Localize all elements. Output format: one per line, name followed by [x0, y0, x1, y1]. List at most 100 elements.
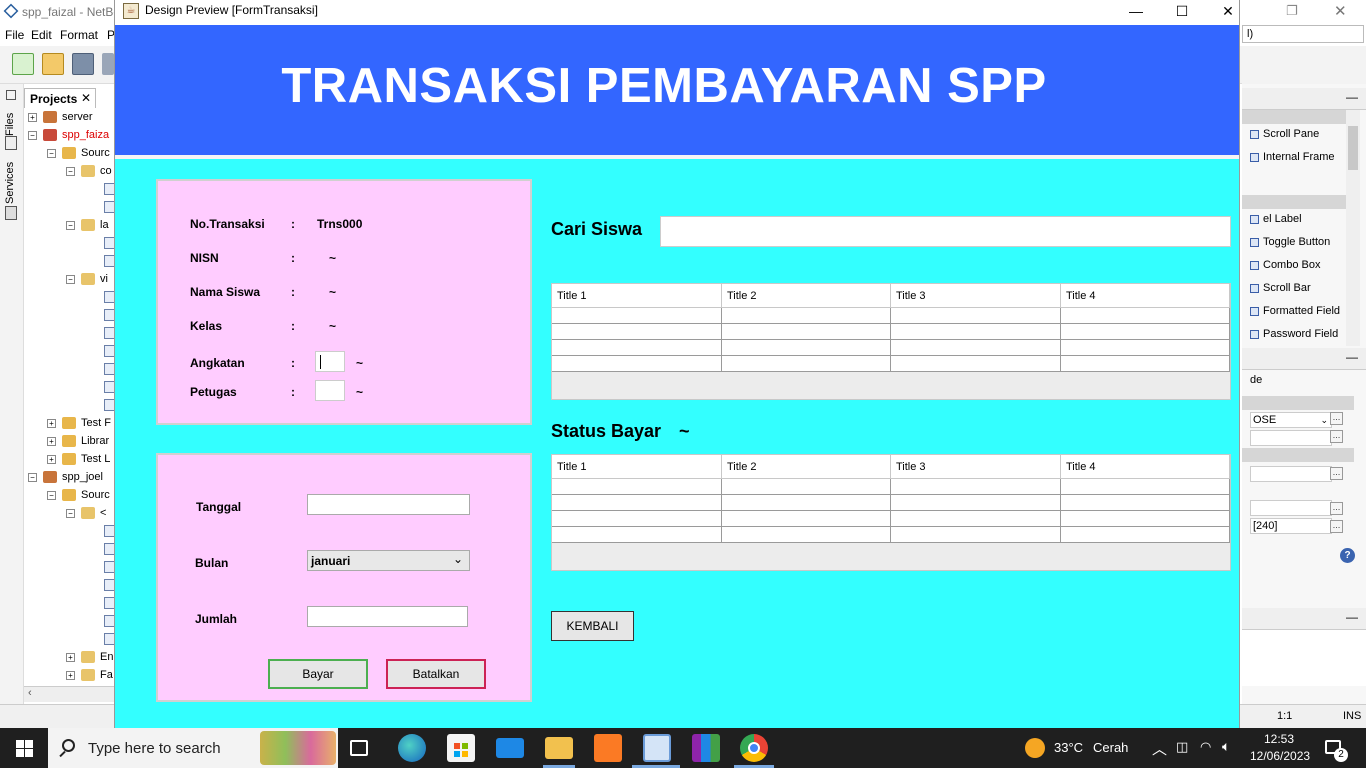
palette-formatted-field[interactable]: Formatted Field — [1250, 305, 1340, 317]
table-cell[interactable] — [722, 340, 891, 356]
palette-scrollbar[interactable] — [1346, 110, 1360, 346]
table-row[interactable] — [552, 324, 1230, 340]
table-cell[interactable] — [552, 340, 722, 356]
palette-toggle-button[interactable]: Toggle Button — [1250, 236, 1330, 248]
table-cell[interactable] — [722, 324, 891, 340]
tree-item[interactable]: − spp_joel — [28, 468, 103, 486]
tab-projects[interactable]: Projects ✕ — [24, 88, 96, 108]
tree-expander-icon[interactable]: − — [47, 490, 56, 500]
table-cell[interactable] — [552, 324, 722, 340]
table-cell[interactable] — [722, 356, 891, 372]
table-row[interactable] — [552, 479, 1230, 495]
column-header[interactable]: Title 3 — [891, 284, 1061, 308]
edge-icon[interactable] — [398, 734, 426, 762]
property-field[interactable] — [1250, 466, 1332, 482]
chevron-up-icon[interactable]: ︿ — [1152, 738, 1167, 759]
table-cell[interactable] — [1061, 479, 1230, 495]
new-file-icon[interactable] — [12, 53, 34, 75]
palette-password-field[interactable]: Password Field — [1250, 328, 1338, 340]
column-header[interactable]: Title 1 — [552, 455, 722, 479]
clock-time[interactable]: 12:53 — [1264, 732, 1294, 746]
chrome-icon[interactable] — [740, 734, 768, 762]
tree-item[interactable]: − co — [66, 162, 112, 180]
table-cell[interactable] — [722, 479, 891, 495]
mail-icon[interactable] — [496, 738, 524, 758]
petugas-input[interactable] — [315, 380, 345, 401]
payment-status-table[interactable]: Title 1 Title 2 Title 3 Title 4 — [551, 454, 1231, 571]
maximize-button[interactable]: ☐ — [1159, 0, 1205, 25]
meet-icon[interactable]: ◫ — [1176, 739, 1188, 755]
table-cell[interactable] — [1061, 527, 1230, 543]
table-cell[interactable] — [891, 527, 1061, 543]
table-cell[interactable] — [891, 511, 1061, 527]
tree-item[interactable]: + Test F — [47, 414, 111, 432]
menu-format[interactable]: Format — [60, 28, 98, 42]
minimize-icon[interactable]: — — [1346, 90, 1358, 104]
window-restore-icon[interactable] — [6, 90, 16, 100]
tree-expander-icon[interactable]: + — [66, 670, 75, 680]
table-row[interactable] — [552, 511, 1230, 527]
bayar-button[interactable]: Bayar — [268, 659, 368, 689]
wifi-icon[interactable]: ◠ — [1200, 739, 1211, 755]
ide-right-field[interactable]: l) — [1242, 25, 1364, 43]
tree-expander-icon[interactable]: + — [47, 418, 56, 428]
close-tab-icon[interactable]: ✕ — [81, 91, 91, 105]
table-cell[interactable] — [891, 479, 1061, 495]
tree-item[interactable]: − Sourc — [47, 144, 110, 162]
clock-date[interactable]: 12/06/2023 — [1250, 749, 1310, 763]
palette-internal-frame[interactable]: Internal Frame — [1250, 151, 1335, 163]
scroll-left-icon[interactable]: ‹ — [28, 687, 32, 699]
tree-item[interactable]: − spp_faiza — [28, 126, 109, 144]
table-row[interactable] — [552, 340, 1230, 356]
projects-hscrollbar[interactable]: ‹ — [24, 686, 116, 702]
property-field[interactable] — [1250, 500, 1332, 516]
weather-temperature[interactable]: 33°C — [1054, 740, 1083, 755]
file-explorer-icon[interactable] — [545, 737, 573, 759]
tree-expander-icon[interactable]: − — [66, 274, 75, 284]
tree-item[interactable]: − Sourc — [47, 486, 110, 504]
table-cell[interactable] — [552, 527, 722, 543]
table-cell[interactable] — [891, 340, 1061, 356]
close-button[interactable]: ✕ — [1205, 0, 1251, 25]
tree-expander-icon[interactable]: + — [28, 112, 37, 122]
tree-item[interactable]: − vi — [66, 270, 108, 288]
table-cell[interactable] — [1061, 340, 1230, 356]
column-header[interactable]: Title 2 — [722, 284, 891, 308]
table-cell[interactable] — [1061, 511, 1230, 527]
tree-expander-icon[interactable]: − — [28, 130, 37, 140]
volume-icon[interactable]: 🔈︎ — [1222, 738, 1230, 755]
batalkan-button[interactable]: Batalkan — [386, 659, 486, 689]
search-input[interactable] — [660, 216, 1231, 247]
tab-files[interactable]: Files — [4, 113, 16, 136]
store-icon[interactable] — [447, 734, 475, 762]
minimize-icon[interactable]: — — [1346, 350, 1358, 364]
tab-services[interactable]: Services — [4, 162, 16, 204]
tree-expander-icon[interactable]: − — [28, 472, 37, 482]
jumlah-input[interactable] — [307, 606, 468, 627]
tree-expander-icon[interactable]: − — [47, 148, 56, 158]
table-row[interactable] — [552, 527, 1230, 543]
column-header[interactable]: Title 3 — [891, 455, 1061, 479]
menu-file[interactable]: File — [5, 28, 24, 42]
windows-start-icon[interactable] — [16, 740, 33, 757]
palette-scroll-thumb[interactable] — [1348, 126, 1358, 170]
weather-condition[interactable]: Cerah — [1093, 740, 1128, 755]
table-cell[interactable] — [722, 527, 891, 543]
size-field[interactable]: [240] — [1250, 518, 1332, 534]
tree-expander-icon[interactable]: + — [47, 436, 56, 446]
tree-item[interactable]: + Test L — [47, 450, 110, 468]
kembali-button[interactable]: KEMBALI — [551, 611, 634, 641]
table-cell[interactable] — [552, 495, 722, 511]
table-cell[interactable] — [552, 308, 722, 324]
palette-scroll-pane[interactable]: Scroll Pane — [1250, 128, 1319, 140]
weather-icon[interactable] — [1025, 738, 1045, 758]
new-project-icon[interactable] — [42, 53, 64, 75]
table-cell[interactable] — [1061, 356, 1230, 372]
winrar-icon[interactable] — [692, 734, 720, 762]
tree-expander-icon[interactable]: + — [66, 652, 75, 662]
property-edit-button[interactable]: … — [1330, 467, 1343, 480]
table-cell[interactable] — [552, 511, 722, 527]
tree-expander-icon[interactable]: − — [66, 166, 75, 176]
angkatan-input[interactable] — [315, 351, 345, 372]
table-cell[interactable] — [891, 356, 1061, 372]
